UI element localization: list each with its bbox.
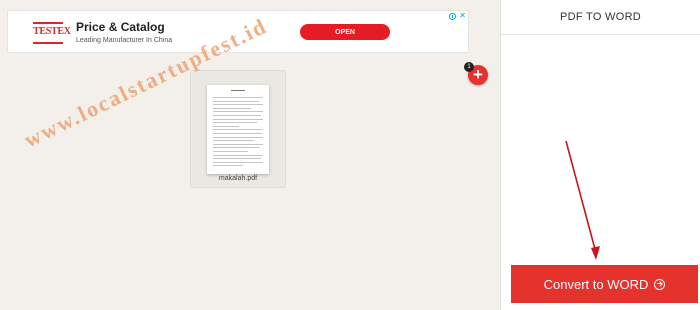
thumb-text-line: [213, 125, 239, 127]
convert-button-label: Convert to WORD: [543, 276, 649, 292]
thumb-text-line: [213, 111, 263, 113]
logo-text: TESTEX: [33, 26, 71, 37]
thumb-text-line: [213, 165, 243, 167]
ad-title[interactable]: Price & Catalog: [76, 20, 165, 34]
thumb-text-line: [213, 129, 263, 131]
sidebar-title: PDF TO WORD: [501, 0, 700, 35]
thumb-text-line: [213, 143, 263, 145]
thumb-text-line: [213, 158, 261, 160]
pdf-thumbnail: [207, 85, 269, 174]
thumb-text-line: [213, 133, 262, 134]
sidebar-panel: PDF TO WORD Convert to WORD: [500, 0, 700, 310]
main-workspace: TESTEX Price & Catalog Leading Manufactu…: [0, 0, 500, 310]
thumb-text-line: [213, 97, 263, 98]
thumb-text-line: [213, 104, 263, 106]
file-name: makalah.pdf: [218, 175, 258, 182]
thumb-text-line: [213, 122, 257, 124]
thumb-text-line: [213, 147, 260, 149]
thumb-text-line: [213, 154, 263, 156]
testex-logo: TESTEX: [33, 22, 71, 44]
file-count-badge: 1: [464, 62, 474, 72]
thumb-text-line: [213, 151, 248, 152]
ad-banner[interactable]: TESTEX Price & Catalog Leading Manufactu…: [7, 10, 469, 53]
thumb-text-line: [213, 118, 263, 120]
thumb-text-line: [213, 136, 263, 138]
logo-bottom-bar: [33, 42, 63, 44]
ad-info-icon[interactable]: [449, 13, 456, 20]
file-card[interactable]: makalah.pdf: [190, 70, 286, 188]
arrow-right-circle-icon: [654, 278, 666, 290]
ad-open-button[interactable]: OPEN: [300, 24, 390, 40]
convert-to-word-button[interactable]: Convert to WORD: [511, 265, 698, 303]
ad-subtitle: Leading Manufacturer In China: [76, 37, 173, 44]
thumb-heading-line: [231, 90, 245, 91]
thumb-text-line: [213, 161, 263, 163]
thumb-text-line: [213, 140, 254, 142]
thumb-text-line: [213, 107, 251, 109]
logo-top-bar: [33, 22, 63, 24]
thumb-text-line: [213, 115, 261, 116]
thumb-text-line: [213, 100, 259, 102]
ad-close-icon[interactable]: ✕: [459, 11, 466, 21]
